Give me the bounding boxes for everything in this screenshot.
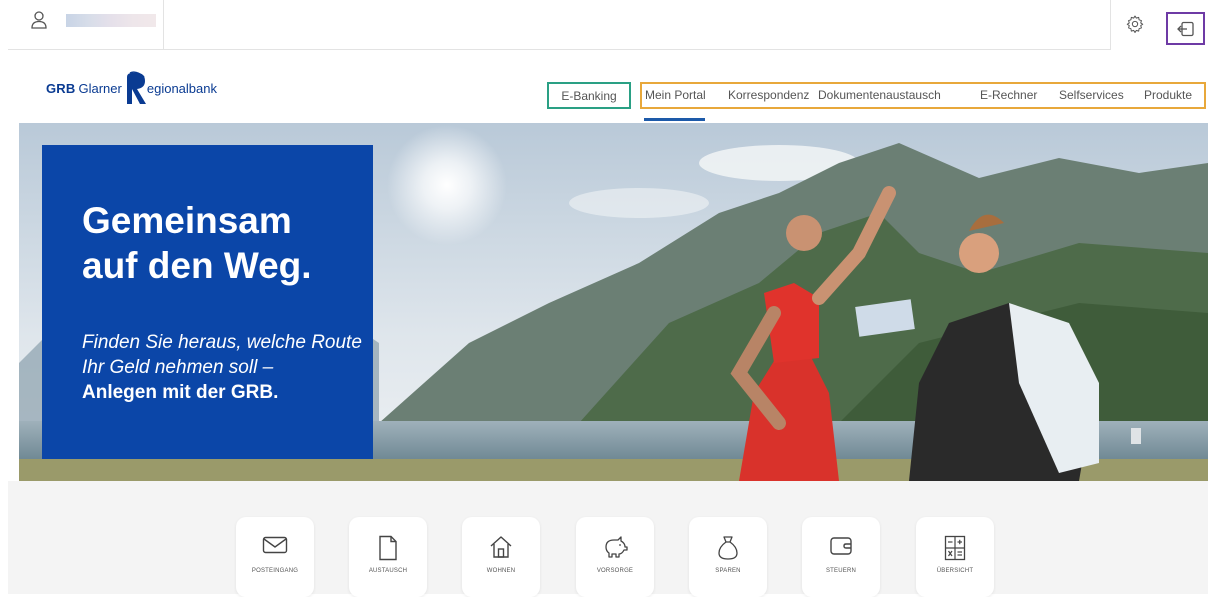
calculator-icon [944, 535, 966, 561]
logo-r-mark [126, 71, 146, 104]
nav-item-dokumentenaustausch[interactable]: Dokumentenaustausch [818, 88, 941, 102]
tile-posteingang[interactable]: POSTEINGANG [236, 517, 314, 597]
hero-title-line1: Gemeinsam [82, 200, 292, 241]
tile-sparen[interactable]: SPAREN [689, 517, 767, 597]
wallet-icon [830, 537, 852, 555]
logo-glarner-text: Glarner [78, 80, 122, 96]
logout-icon [1176, 21, 1194, 36]
nav-item-selfservices[interactable]: Selfservices [1059, 88, 1124, 102]
gear-icon[interactable] [1125, 14, 1145, 34]
tile-label: AUSTAUSCH [368, 568, 408, 574]
nav-ebanking[interactable]: E-Banking [547, 82, 631, 109]
tile-label: ÜBERSICHT [936, 568, 974, 574]
tile-wohnen[interactable]: WOHNEN [462, 517, 540, 597]
tile-vorsorge[interactable]: VORSORGE [576, 517, 654, 597]
user-profile[interactable] [8, 0, 163, 50]
money-bag-icon [718, 536, 738, 560]
nav-active-indicator [644, 118, 705, 121]
hero-title: Gemeinsam auf den Weg. [82, 198, 372, 288]
logout-button[interactable] [1166, 12, 1205, 45]
header-search-area[interactable] [163, 0, 1111, 50]
hero-title-line2: auf den Weg. [82, 245, 312, 286]
logo-grb-text: GRB [46, 80, 76, 96]
logo-regionalbank-text: egionalbank [146, 80, 217, 96]
hero-cta[interactable]: Anlegen mit der GRB. [82, 380, 278, 405]
nav-item-korrespondenz[interactable]: Korrespondenz [728, 88, 809, 102]
main-nav: Mein Portal Korrespondenz Dokumentenaust… [640, 82, 1206, 109]
nav-item-produkte[interactable]: Produkte [1144, 88, 1192, 102]
tile-label: WOHNEN [486, 568, 516, 574]
tile-label: SPAREN [715, 568, 741, 574]
user-icon [31, 11, 47, 29]
house-icon [490, 536, 512, 558]
nav-item-e-rechner[interactable]: E-Rechner [980, 88, 1037, 102]
piggy-bank-icon [605, 536, 628, 558]
envelope-icon [262, 536, 288, 554]
top-bar [0, 0, 1208, 52]
hero-subtitle: Finden Sie heraus, welche Route Ihr Geld… [82, 332, 362, 378]
tile-austausch[interactable]: AUSTAUSCH [349, 517, 427, 597]
hero-promo-box[interactable] [42, 145, 373, 459]
tile-steuern[interactable]: STEUERN [802, 517, 880, 597]
nav-item-mein-portal[interactable]: Mein Portal [645, 88, 706, 102]
document-icon [379, 535, 397, 561]
bank-logo[interactable]: GRB Glarner egionalbank [46, 70, 217, 106]
user-name-redacted [66, 14, 156, 27]
tile-label: STEUERN [825, 568, 857, 574]
tile-uebersicht[interactable]: ÜBERSICHT [916, 517, 994, 597]
tile-label: VORSORGE [596, 568, 634, 574]
tile-label: POSTEINGANG [251, 568, 299, 574]
